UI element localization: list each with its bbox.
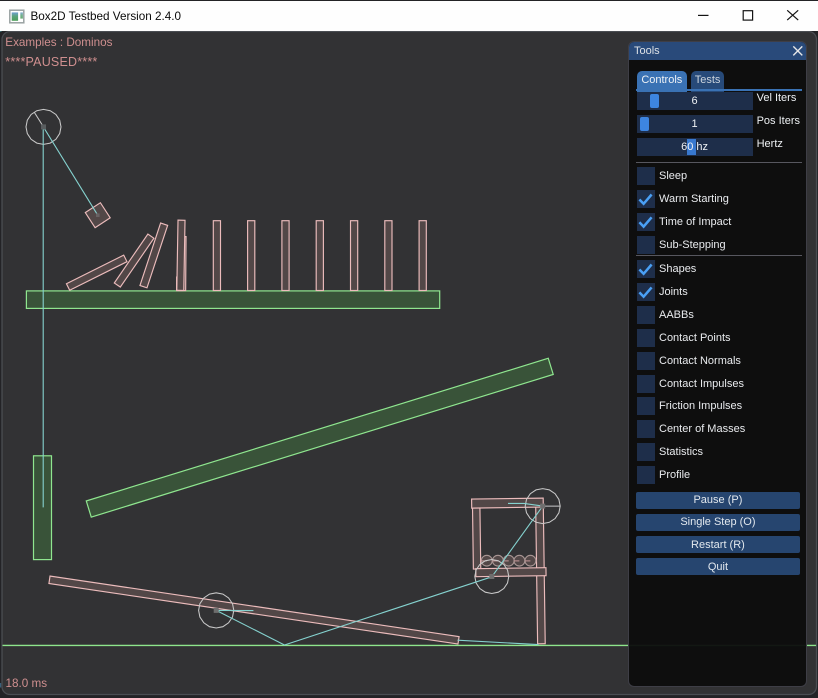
svg-text:Box2D Testbed Version 2.4.0: Box2D Testbed Version 2.4.0 xyxy=(31,10,182,23)
